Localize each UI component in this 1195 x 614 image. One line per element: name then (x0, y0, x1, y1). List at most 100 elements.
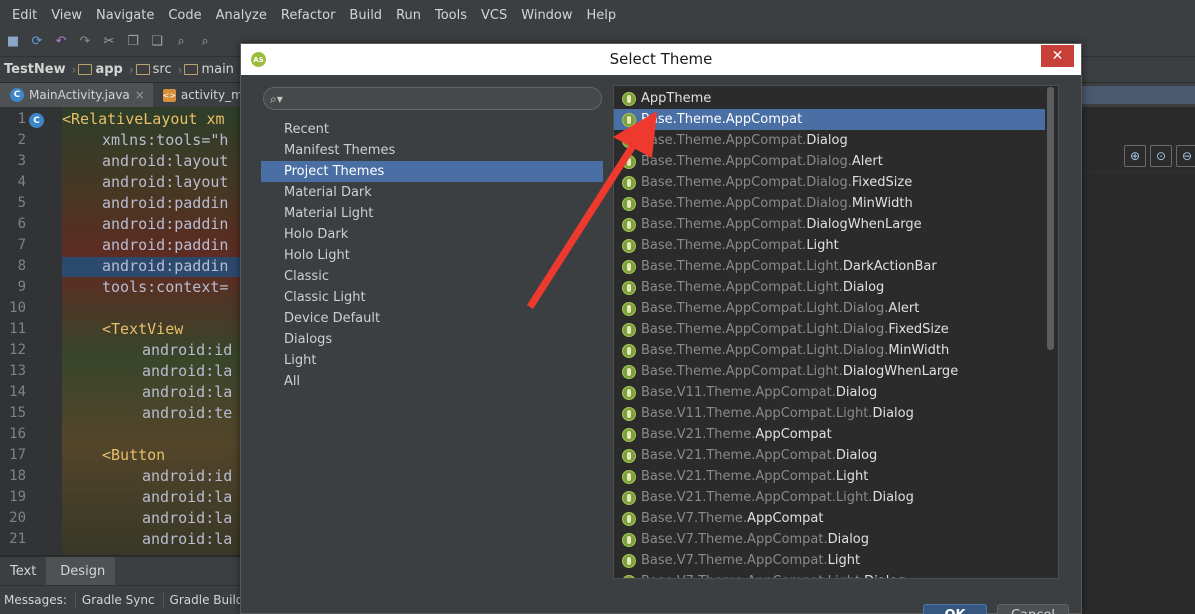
theme-item[interactable]: Base.V7.Theme.AppCompat.Light.Dialog (614, 571, 1046, 578)
dialog-close-button[interactable]: ✕ (1041, 45, 1074, 67)
theme-icon (622, 322, 636, 337)
theme-search-box[interactable]: ⌕▾ (263, 87, 602, 110)
category-item[interactable]: Recent (261, 119, 603, 140)
menu-edit[interactable]: Edit (4, 5, 43, 27)
theme-icon-glyph (627, 199, 631, 208)
menu-analyze[interactable]: Analyze (208, 5, 273, 27)
theme-search-input[interactable] (292, 90, 592, 107)
theme-list: AppTheme Base.Theme.AppCompat Base.Theme.A… (613, 85, 1059, 579)
line-number: 18 (9, 468, 26, 484)
breadcrumb-module[interactable]: app (76, 62, 128, 77)
theme-item[interactable]: Base.Theme.AppCompat.Light. DarkActionBar (614, 256, 1046, 277)
category-item[interactable]: Material Light (261, 203, 603, 224)
zoom-actual-icon[interactable]: ⊙ (1150, 145, 1172, 167)
category-item[interactable]: Material Dark (261, 182, 603, 203)
category-item[interactable]: Classic Light (261, 287, 603, 308)
theme-item[interactable]: Base.V21.Theme.AppCompat. Dialog (614, 445, 1046, 466)
tab-gradle-sync[interactable]: Gradle Sync (74, 593, 161, 607)
preview-header-strip (1075, 86, 1195, 104)
find-icon[interactable]: ⌕ (172, 33, 190, 51)
code-editor[interactable]: C 1 <RelativeLayout xm 2 xmlns:tools="h 3 and… (0, 107, 245, 555)
close-icon[interactable]: × (135, 88, 145, 102)
theme-item[interactable]: Base.Theme.AppCompat.Dialog. MinWidth (614, 193, 1046, 214)
theme-item[interactable]: Base.V21.Theme.AppCompat.Light. Dialog (614, 487, 1046, 508)
theme-item[interactable]: Base.V21.Theme. AppCompat (614, 424, 1046, 445)
theme-item[interactable]: Base.Theme.AppCompat.Light.Dialog. Alert (614, 298, 1046, 319)
theme-name-suffix: Dialog (835, 448, 878, 463)
menu-run[interactable]: Run (388, 5, 427, 27)
category-item[interactable]: Dialogs (261, 329, 603, 350)
theme-item[interactable]: Base.V7.Theme. AppCompat (614, 508, 1046, 529)
zoom-in-icon[interactable]: ⊕ (1124, 145, 1146, 167)
tab-design[interactable]: Design (46, 557, 116, 585)
theme-item[interactable]: Base.Theme.AppCompat.Dialog. FixedSize (614, 172, 1046, 193)
theme-icon-glyph (627, 262, 631, 271)
theme-item[interactable]: Base.Theme.AppCompat.Light.Dialog. FixedS… (614, 319, 1046, 340)
paste-icon[interactable]: ❏ (148, 33, 166, 51)
theme-item[interactable]: Base.Theme.AppCompat. DialogWhenLarge (614, 214, 1046, 235)
save-icon[interactable]: ■ (4, 33, 22, 51)
theme-name-suffix: DialogWhenLarge (806, 217, 922, 232)
tab-gradle-build[interactable]: Gradle Build (162, 593, 250, 607)
breadcrumb-src[interactable]: src (134, 62, 178, 77)
category-item[interactable]: All (261, 371, 603, 392)
theme-category-list: Recent Manifest Themes Project Themes Mater… (261, 119, 603, 599)
theme-name-suffix: Dialog (842, 280, 885, 295)
class-marker-icon[interactable]: C (29, 113, 44, 128)
theme-item[interactable]: Base.Theme.AppCompat.Light. DialogWhenLar… (614, 361, 1046, 382)
cancel-button[interactable]: Cancel (997, 604, 1069, 614)
search-icon[interactable]: ⌕▾ (270, 91, 286, 107)
theme-item[interactable]: Base.Theme.AppCompat. Light (614, 235, 1046, 256)
theme-item[interactable]: Base.Theme.AppCompat.Light. Dialog (614, 277, 1046, 298)
theme-list-scroll-thumb[interactable] (1047, 87, 1054, 350)
menu-help[interactable]: Help (579, 5, 623, 27)
theme-item[interactable]: Base.V11.Theme.AppCompat.Light. Dialog (614, 403, 1046, 424)
theme-item[interactable]: Base.Theme.AppCompat. Dialog (614, 130, 1046, 151)
breadcrumb-project[interactable]: TestNew (2, 62, 72, 77)
redo-icon[interactable]: ↷ (76, 33, 94, 51)
theme-item[interactable]: Base.Theme.AppCompat.Dialog. Alert (614, 151, 1046, 172)
zoom-out-icon[interactable]: ⊖ (1176, 145, 1195, 167)
dialog-title-bar: AS Select Theme ✕ (241, 44, 1081, 75)
menu-view[interactable]: View (43, 5, 88, 27)
category-item[interactable]: Classic (261, 266, 603, 287)
menu-refactor[interactable]: Refactor (273, 5, 342, 27)
ok-button[interactable]: OK (923, 604, 987, 614)
category-item[interactable]: Light (261, 350, 603, 371)
menu-code[interactable]: Code (160, 5, 207, 27)
cut-icon[interactable]: ✂ (100, 33, 118, 51)
theme-item[interactable]: Base.Theme.AppCompat (614, 109, 1046, 130)
theme-item[interactable]: Base.V21.Theme.AppCompat. Light (614, 466, 1046, 487)
theme-item[interactable]: Base.V7.Theme.AppCompat. Light (614, 550, 1046, 571)
code-line: android:la (142, 383, 233, 401)
menu-build[interactable]: Build (341, 5, 388, 27)
theme-item[interactable]: Base.V7.Theme.AppCompat. Dialog (614, 529, 1046, 550)
theme-item[interactable]: Base.Theme.AppCompat.Light.Dialog. MinWid… (614, 340, 1046, 361)
theme-icon (622, 238, 636, 253)
copy-icon[interactable]: ❐ (124, 33, 142, 51)
undo-icon[interactable]: ↶ (52, 33, 70, 51)
category-item[interactable]: Manifest Themes (261, 140, 603, 161)
category-item[interactable]: Holo Dark (261, 224, 603, 245)
theme-icon (622, 154, 636, 169)
tab-activity-main[interactable]: <> activity_m (153, 83, 251, 107)
theme-item[interactable]: AppTheme (614, 88, 1046, 109)
line-number: 10 (9, 300, 26, 316)
theme-name-prefix: Base.Theme.AppCompat. (641, 238, 807, 253)
tab-text[interactable]: Text (0, 557, 46, 585)
breadcrumb-main[interactable]: main (182, 62, 239, 77)
menu-window[interactable]: Window (513, 5, 578, 27)
menu-navigate[interactable]: Navigate (88, 5, 160, 27)
theme-item[interactable]: Base.V11.Theme.AppCompat. Dialog (614, 382, 1046, 403)
theme-name-suffix: Dialog (872, 490, 914, 505)
theme-name-suffix: DialogWhenLarge (842, 364, 959, 379)
replace-icon[interactable]: ⌕ (196, 33, 214, 51)
menu-vcs[interactable]: VCS (473, 5, 513, 27)
category-item[interactable]: Holo Light (261, 245, 603, 266)
menu-tools[interactable]: Tools (427, 5, 473, 27)
category-item[interactable]: Project Themes (261, 161, 603, 182)
category-item[interactable]: Device Default (261, 308, 603, 329)
tab-main-activity[interactable]: C MainActivity.java × (0, 83, 153, 107)
theme-icon-glyph (627, 577, 631, 578)
sync-icon[interactable]: ⟳ (28, 33, 46, 51)
